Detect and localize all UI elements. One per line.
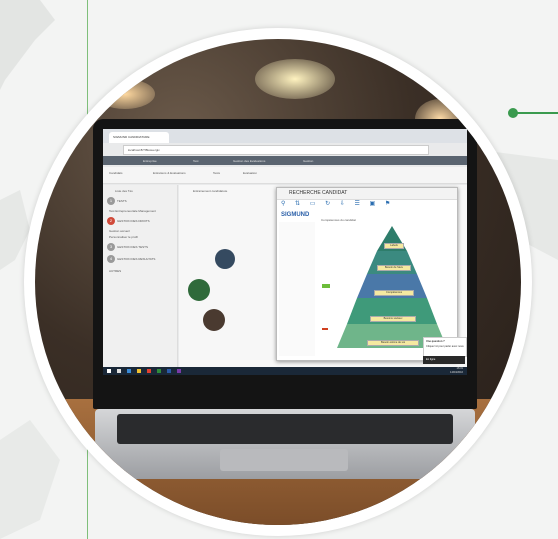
laptop-keyboard: [117, 414, 453, 444]
search-icon[interactable]: [117, 369, 121, 373]
toolbar-item[interactable]: Evaluation: [243, 171, 257, 175]
chat-title: Une question ?: [426, 340, 445, 343]
nav-item[interactable]: Entreprise: [143, 158, 157, 164]
illustration-person: [203, 309, 225, 331]
green-marker-icon: [322, 284, 330, 288]
pyramid-label: Labels: [384, 243, 404, 249]
browser-tab[interactable]: SIGMUND CANDIDATURE: [109, 132, 169, 143]
chat-body: Cliquez ici pour parler avec nous: [426, 345, 464, 348]
content-header: Entrainement candidature: [193, 189, 228, 193]
chart-subtitle: Compétences du candidat: [321, 218, 356, 222]
app-toolbar: [103, 167, 467, 184]
sidebar-item[interactable]: GESTION DES TESTS: [117, 245, 148, 249]
start-icon[interactable]: [107, 369, 111, 373]
laptop-touchpad: [220, 449, 348, 471]
sidebar-item[interactable]: Personnaliser le profil: [109, 235, 138, 239]
app-icon[interactable]: [177, 369, 181, 373]
dialog-toolbar-icons[interactable]: ⚲ ⇅ ▭ ↻ ⇩ ☰ ▣ ⚑: [281, 200, 394, 211]
sidebar-header: Liste des Tés: [115, 189, 133, 193]
laptop-photo: SIGMUND CANDIDATURE localhost:8/?/Biosue…: [35, 39, 521, 525]
sidebar-item[interactable]: GESTION DES RESULTATS: [117, 257, 155, 261]
toolbar-item[interactable]: Candidats: [109, 171, 123, 175]
step-number: 4: [107, 255, 115, 263]
search-candidate-dialog: RECHERCHE CANDIDAT ⚲ ⇅ ▭ ↻ ⇩ ☰ ▣ ⚑ SIGMU…: [276, 187, 458, 361]
pyramid-label: Compétences: [374, 290, 414, 296]
sigmund-logo: SIGMUND: [281, 212, 310, 218]
sidebar-item[interactable]: Gestion accueil: [109, 229, 130, 233]
red-marker-icon: [322, 328, 328, 330]
sidebar: [103, 185, 178, 375]
clock-date: 14/03/2016: [450, 371, 463, 374]
nav-item[interactable]: Test: [193, 158, 199, 164]
dialog-left-panel: [279, 222, 315, 356]
bokeh-light: [95, 79, 155, 109]
sidebar-item[interactable]: AUTRES: [109, 269, 121, 273]
browser-chrome: SIGMUND CANDIDATURE: [103, 129, 467, 143]
system-clock: 16:31 14/03/2016: [450, 367, 463, 375]
pyramid-label: Besoins sociaux: [370, 316, 416, 322]
step-number: 3: [107, 243, 115, 251]
word-icon[interactable]: [167, 369, 171, 373]
illustration-person: [215, 249, 235, 269]
chat-popup[interactable]: Une question ? Cliquez ici pour parler a…: [423, 337, 467, 357]
sidebar-item[interactable]: GESTION DES DROITS: [117, 219, 150, 223]
edge-icon[interactable]: [127, 369, 131, 373]
sidebar-item[interactable]: TESTS: [117, 199, 127, 203]
step-number: 1: [107, 197, 115, 205]
pyramid-label: Besoin de Sécu: [377, 265, 411, 271]
nav-item[interactable]: Gestion: [303, 158, 313, 164]
laptop-screen: SIGMUND CANDIDATURE localhost:8/?/Biosue…: [103, 129, 467, 375]
bokeh-light: [255, 59, 335, 99]
app-nav-bar: [103, 156, 467, 165]
decorative-dot: [508, 108, 518, 118]
pyramid-label: Besoin estime de soi: [367, 340, 419, 346]
toolbar-item[interactable]: Entretiens & Evaluations: [153, 171, 186, 175]
address-bar[interactable]: localhost:8/?/Biosuergix: [123, 145, 429, 155]
chrome-icon[interactable]: [147, 369, 151, 373]
chat-status: En ligne: [426, 358, 436, 361]
toolbar-item[interactable]: Tests: [213, 171, 220, 175]
step-number: 2: [107, 217, 115, 225]
folder-icon[interactable]: [137, 369, 141, 373]
dialog-title: RECHERCHE CANDIDAT: [289, 190, 348, 196]
nav-item[interactable]: Gestion des Evaluations: [233, 158, 265, 164]
decorative-connector-line: [517, 112, 558, 114]
chat-status-bar[interactable]: En ligne: [423, 356, 465, 364]
excel-icon[interactable]: [157, 369, 161, 373]
illustration-person: [188, 279, 210, 301]
sidebar-item[interactable]: Test Entrepreneuriale Management: [109, 209, 156, 213]
